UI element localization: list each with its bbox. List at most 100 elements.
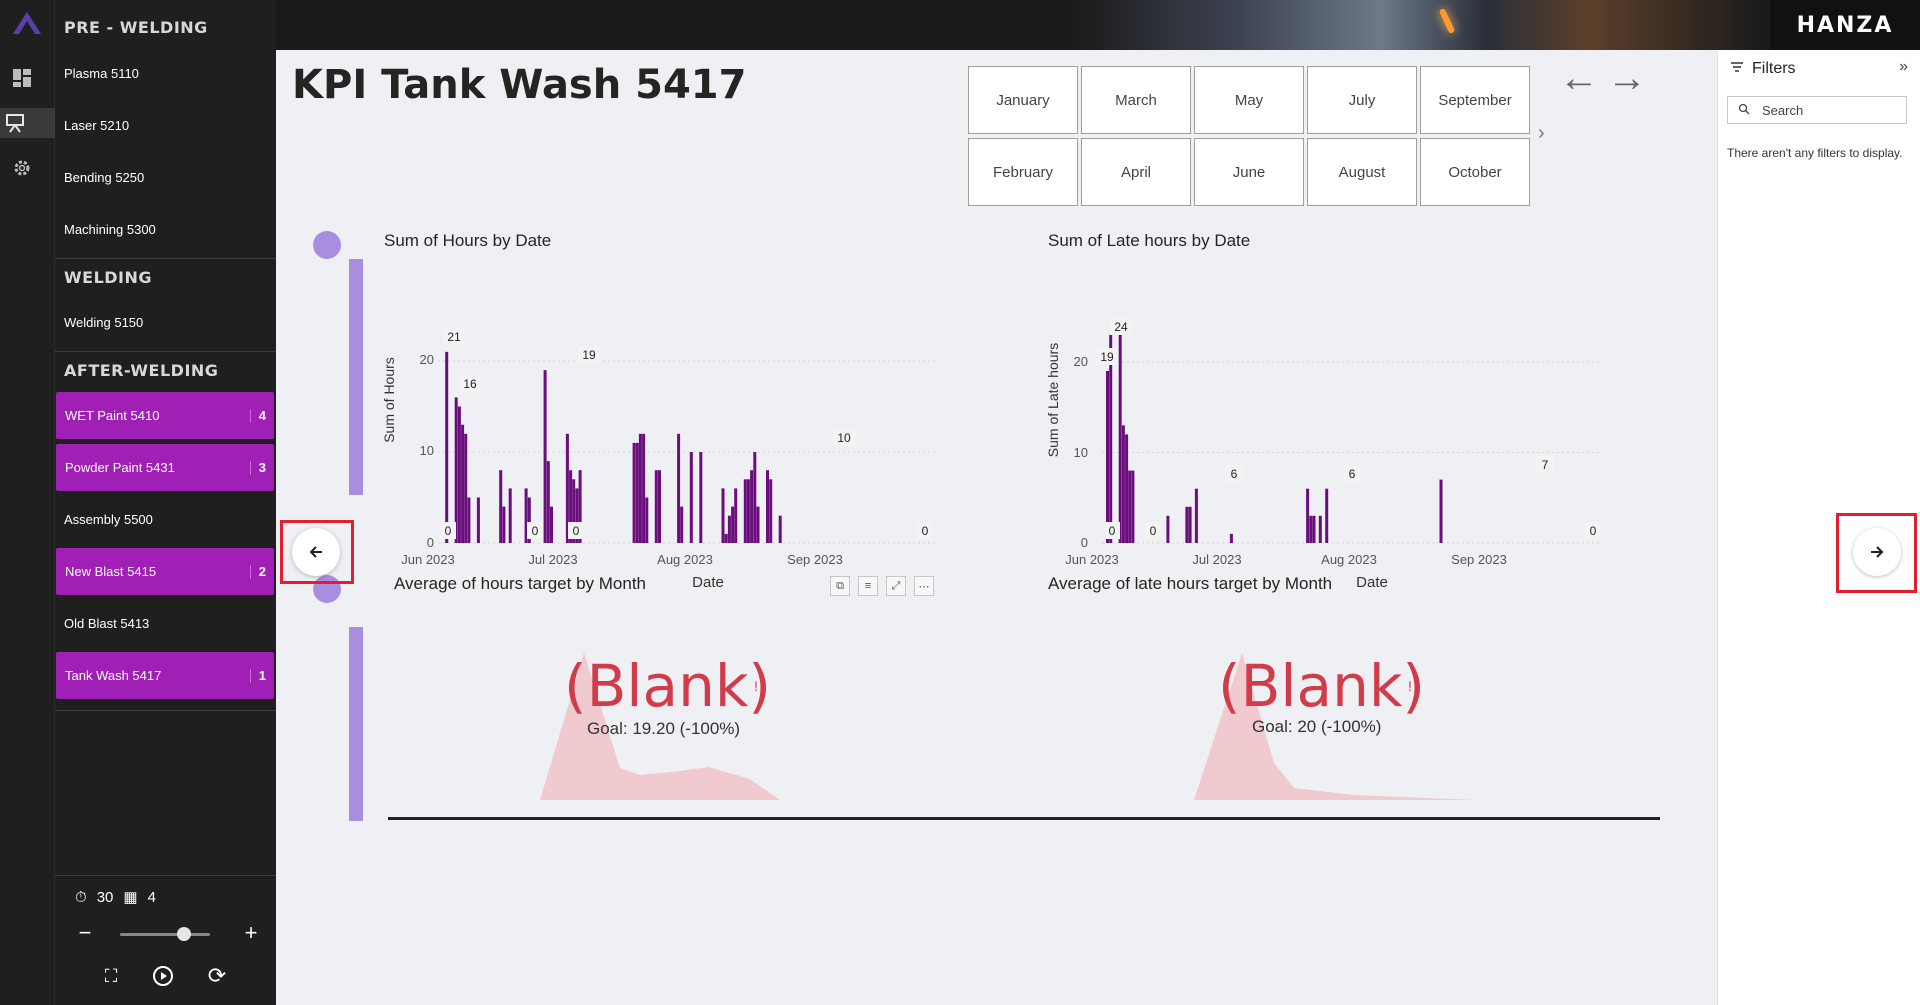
bar[interactable] [1439, 479, 1443, 543]
bar[interactable] [1118, 325, 1122, 543]
next-page-button[interactable] [1853, 528, 1901, 576]
bar[interactable] [654, 470, 658, 543]
bar[interactable] [476, 497, 480, 544]
month-october[interactable]: October [1420, 138, 1530, 206]
month-may[interactable]: May [1194, 66, 1304, 134]
slider-track[interactable] [120, 933, 210, 936]
presentation-icon[interactable] [0, 108, 55, 138]
month-june[interactable]: June [1194, 138, 1304, 206]
slicer-scroll-right-icon[interactable]: › [1538, 122, 1545, 145]
bar[interactable] [546, 461, 550, 543]
bar[interactable] [658, 470, 661, 543]
bar[interactable] [778, 515, 782, 543]
nav-item-wet-paint[interactable]: WET Paint 5410 4 [56, 392, 274, 439]
bar[interactable] [753, 452, 757, 543]
settings-gear-icon[interactable] [8, 154, 36, 182]
focus-mode-icon[interactable]: ⤢ [886, 576, 906, 596]
bar[interactable] [1194, 488, 1198, 543]
bar[interactable] [1106, 371, 1109, 543]
prev-page-arrow-icon[interactable]: ← [1559, 58, 1599, 98]
next-page-arrow-icon[interactable]: → [1607, 58, 1647, 98]
bar[interactable] [502, 506, 506, 543]
plus-icon[interactable]: + [239, 920, 263, 945]
bar[interactable] [642, 433, 646, 543]
bar[interactable] [645, 497, 649, 544]
month-january[interactable]: January [968, 66, 1078, 134]
bar[interactable] [689, 452, 693, 543]
bar[interactable] [1109, 334, 1113, 543]
bar[interactable] [445, 351, 449, 543]
play-icon[interactable] [151, 964, 175, 988]
nav-item-new-blast[interactable]: New Blast 5415 2 [56, 548, 274, 595]
late-hours-bar-chart[interactable]: Sum of Late hours Date 0 10 20 Jun 2023 … [1040, 260, 1600, 600]
month-march[interactable]: March [1081, 66, 1191, 134]
filter-icon[interactable]: ≡ [858, 576, 878, 596]
bar[interactable] [499, 470, 503, 543]
hours-bar-chart[interactable]: Sum of Hours Date 0 10 20 Jun 2023 Jul 2… [376, 260, 936, 600]
bar[interactable] [1166, 515, 1170, 543]
dashboard-icon[interactable] [8, 64, 36, 92]
nav-item-old-blast[interactable]: Old Blast 5413 [55, 600, 275, 647]
bar[interactable] [454, 397, 458, 543]
bar[interactable] [699, 452, 703, 543]
filter-search-input[interactable]: Search [1727, 96, 1907, 124]
refresh-icon[interactable]: ⟳ [205, 963, 229, 988]
month-september[interactable]: September [1420, 66, 1530, 134]
bar[interactable] [543, 370, 547, 543]
bar[interactable] [1309, 515, 1313, 543]
bar[interactable] [1131, 470, 1135, 543]
bar[interactable] [1128, 470, 1132, 543]
bar[interactable] [467, 497, 471, 544]
interval-slider[interactable]: − + [73, 920, 263, 945]
nav-item-assembly[interactable]: Assembly 5500 [55, 496, 275, 543]
bar[interactable] [734, 488, 738, 543]
bar[interactable] [677, 433, 681, 543]
bar[interactable] [1312, 515, 1316, 543]
minus-icon[interactable]: − [73, 920, 97, 945]
bar[interactable] [727, 515, 731, 543]
bar[interactable] [769, 479, 773, 543]
bar[interactable] [756, 506, 760, 543]
nav-item-plasma[interactable]: Plasma 5110 [55, 50, 275, 97]
bar[interactable] [457, 406, 461, 544]
bar[interactable] [1185, 506, 1189, 543]
nav-item-welding[interactable]: Welding 5150 [55, 299, 275, 346]
bar[interactable] [731, 506, 735, 543]
bar[interactable] [750, 470, 754, 543]
nav-item-powder-paint[interactable]: Powder Paint 5431 3 [56, 444, 274, 491]
month-july[interactable]: July [1307, 66, 1417, 134]
bar[interactable] [464, 433, 468, 543]
bar[interactable] [1125, 434, 1129, 543]
bar[interactable] [1229, 533, 1233, 543]
more-options-icon[interactable]: ⋯ [914, 576, 934, 596]
nav-item-bending[interactable]: Bending 5250 [55, 154, 275, 201]
bar[interactable] [721, 488, 725, 543]
month-february[interactable]: February [968, 138, 1078, 206]
bar[interactable] [680, 506, 684, 543]
bar[interactable] [1188, 506, 1192, 543]
bar[interactable] [766, 470, 769, 543]
bar[interactable] [746, 479, 750, 543]
bar[interactable] [632, 442, 636, 543]
bar[interactable] [1325, 488, 1329, 543]
prev-page-button[interactable] [292, 528, 340, 576]
bar[interactable] [550, 506, 553, 543]
bar[interactable] [724, 533, 728, 543]
bar[interactable] [1306, 488, 1310, 543]
nav-item-laser[interactable]: Laser 5210 [55, 102, 275, 149]
bar[interactable] [508, 488, 512, 543]
slider-thumb[interactable] [177, 927, 191, 941]
nav-item-machining[interactable]: Machining 5300 [55, 206, 275, 253]
bar[interactable] [635, 442, 639, 543]
bar[interactable] [1318, 515, 1322, 543]
copy-icon[interactable]: ⧉ [830, 576, 850, 596]
collapse-chevron-icon[interactable]: » [1899, 58, 1908, 76]
month-august[interactable]: August [1307, 138, 1417, 206]
month-april[interactable]: April [1081, 138, 1191, 206]
bar[interactable] [638, 433, 642, 543]
bar[interactable] [743, 479, 747, 543]
fullscreen-icon[interactable]: ⛶ [99, 964, 123, 988]
nav-item-tank-wash[interactable]: Tank Wash 5417 1 [56, 652, 274, 699]
bar[interactable] [461, 424, 465, 543]
bar[interactable] [1121, 425, 1125, 543]
